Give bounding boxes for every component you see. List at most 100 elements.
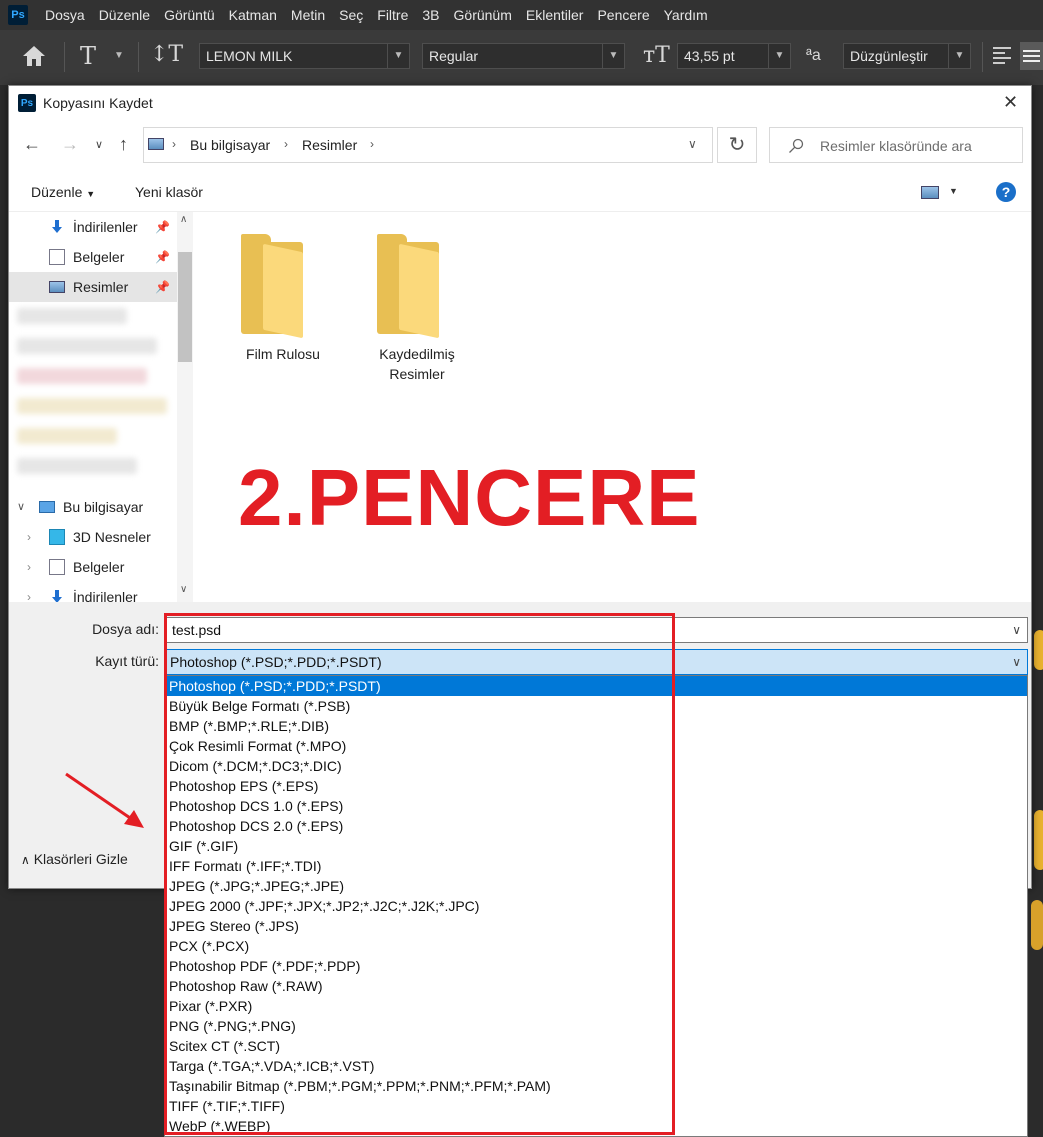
breadcrumb-this-pc[interactable]: Bu bilgisayar [190, 137, 270, 153]
dialog-title: Kopyasını Kaydet [43, 95, 153, 111]
menu-items: Dosya Düzenle Görüntü Katman Metin Seç Filtre 3… [38, 7, 715, 23]
folder-label[interactable]: Kaydedilmiş Resimler [350, 344, 484, 384]
font-size-select[interactable]: 43,55 pt ▼ [677, 43, 791, 69]
menu-item[interactable]: Filtre [370, 7, 415, 23]
file-list: Film Rulosu Kaydedilmiş Resimler 2.PENCE… [193, 212, 1031, 602]
scroll-thumb[interactable] [178, 252, 192, 362]
chevron-down-icon: ▼ [768, 44, 790, 68]
chevron-right-icon[interactable]: › [27, 582, 31, 602]
menu-item[interactable]: Görüntü [157, 7, 222, 23]
document-icon [49, 559, 65, 575]
blurred-item [17, 458, 137, 474]
dialog-titlebar: Ps Kopyasını Kaydet ✕ [9, 86, 1031, 120]
menu-item[interactable]: Eklentiler [519, 7, 591, 23]
chevron-right-icon[interactable]: › [370, 137, 374, 151]
photoshop-logo: Ps [8, 5, 28, 25]
menu-item[interactable]: Pencere [590, 7, 656, 23]
expand-chevron-icon[interactable]: ∨ [17, 492, 25, 522]
nav-scrollbar[interactable]: ∧ ∨ [177, 212, 193, 602]
download-icon [52, 220, 62, 233]
menu-item[interactable]: Metin [284, 7, 332, 23]
nav-item-3d-objects[interactable]: › 3D Nesneler [9, 522, 177, 552]
pin-icon[interactable]: 📌 [155, 242, 170, 272]
navigation-pane: İndirilenler 📌 Belgeler 📌 Resimler 📌 ∨ B… [9, 212, 193, 602]
nav-item-documents[interactable]: Belgeler 📌 [9, 242, 177, 272]
nav-item-downloads[interactable]: İndirilenler 📌 [9, 212, 177, 242]
menu-item[interactable]: Yardım [657, 7, 715, 23]
blurred-item [17, 428, 117, 444]
text-orientation-icon[interactable]: ↕T [150, 42, 183, 67]
search-icon [789, 138, 804, 153]
font-size-icon: тT [643, 43, 670, 68]
document-icon [49, 249, 65, 265]
organize-button[interactable]: Düzenle ▼ [31, 184, 95, 200]
canvas-artwork [1034, 630, 1043, 670]
photoshop-logo: Ps [18, 94, 36, 112]
chevron-up-icon: ∧ [21, 853, 30, 867]
menu-item[interactable]: Seç [332, 7, 370, 23]
hide-folders-button[interactable]: ∧ Klasörleri Gizle [21, 851, 128, 867]
pin-icon[interactable]: 📌 [155, 272, 170, 302]
address-bar[interactable]: › Bu bilgisayar › Resimler › ∨ [143, 127, 713, 163]
nav-item-pictures[interactable]: Resimler 📌 [9, 272, 177, 302]
menu-item[interactable]: Dosya [38, 7, 92, 23]
help-icon[interactable]: ? [996, 182, 1016, 202]
up-arrow-icon[interactable]: ↑ [119, 134, 128, 155]
chevron-right-icon: › [284, 137, 288, 151]
view-options-icon[interactable] [921, 186, 939, 199]
font-style-select[interactable]: Regular ▼ [422, 43, 625, 69]
search-input[interactable]: Resimler klasöründe ara [769, 127, 1023, 163]
pin-icon[interactable]: 📌 [155, 212, 170, 242]
file-type-label: Kayıt türü: [95, 653, 159, 669]
chevron-down-icon[interactable]: ▼ [949, 186, 958, 196]
forward-arrow-icon[interactable]: → [61, 134, 79, 155]
chevron-right-icon[interactable]: › [27, 522, 31, 552]
recent-chevron-icon[interactable]: ∨ [95, 138, 103, 151]
annotation-text: 2.PENCERE [238, 453, 701, 542]
menu-item[interactable]: 3B [415, 7, 446, 23]
blurred-item [17, 398, 167, 414]
nav-item-this-pc[interactable]: ∨ Bu bilgisayar [9, 492, 177, 522]
folder-label[interactable]: Film Rulosu [218, 344, 348, 364]
menu-item[interactable]: Düzenle [92, 7, 157, 23]
computer-icon [39, 501, 55, 513]
back-arrow-icon[interactable]: ← [23, 134, 41, 155]
home-icon[interactable] [22, 45, 46, 67]
type-tool-icon[interactable]: T [80, 42, 96, 70]
chevron-down-icon: ▼ [387, 44, 409, 68]
separator [138, 42, 139, 72]
menu-item[interactable]: Katman [222, 7, 284, 23]
navigation-bar: ← → ∨ ↑ › Bu bilgisayar › Resimler › ∨ ↻… [9, 120, 1031, 172]
menu-item[interactable]: Görünüm [447, 7, 519, 23]
chevron-down-icon: ▼ [86, 189, 96, 199]
close-icon[interactable]: ✕ [1003, 92, 1018, 113]
chevron-down-icon[interactable]: ∨ [1012, 618, 1021, 642]
scroll-down-icon[interactable]: ∨ [180, 584, 187, 595]
annotation-highlight-box [164, 613, 675, 1135]
antialias-select[interactable]: Düzgünleştir ▼ [843, 43, 971, 69]
chevron-down-icon[interactable]: ▼ [114, 50, 124, 61]
antialias-icon: ªa [806, 47, 821, 64]
chevron-down-icon: ▼ [948, 44, 970, 68]
canvas-artwork [1031, 900, 1043, 950]
chevron-right-icon: › [172, 137, 176, 151]
font-family-select[interactable]: LEMON MILK ▼ [199, 43, 410, 69]
nav-item-documents-pc[interactable]: › Belgeler [9, 552, 177, 582]
nav-item-downloads-pc[interactable]: › İndirilenler [9, 582, 177, 602]
annotation-arrow [65, 772, 144, 828]
chevron-right-icon[interactable]: › [27, 552, 31, 582]
refresh-icon[interactable]: ↻ [717, 127, 757, 163]
chevron-down-icon[interactable]: ∨ [1012, 650, 1021, 674]
new-folder-button[interactable]: Yeni klasör [135, 184, 203, 200]
align-center-button[interactable] [1020, 42, 1043, 70]
3d-objects-icon [49, 529, 65, 545]
file-name-label: Dosya adı: [92, 621, 159, 637]
folder-icon[interactable] [377, 234, 447, 339]
download-icon [52, 590, 62, 602]
breadcrumb-pictures[interactable]: Resimler [302, 137, 357, 153]
pictures-icon [148, 138, 164, 150]
align-left-icon[interactable] [993, 47, 1011, 65]
folder-icon[interactable] [241, 234, 311, 339]
scroll-up-icon[interactable]: ∧ [180, 214, 187, 225]
chevron-down-icon[interactable]: ∨ [688, 137, 697, 151]
